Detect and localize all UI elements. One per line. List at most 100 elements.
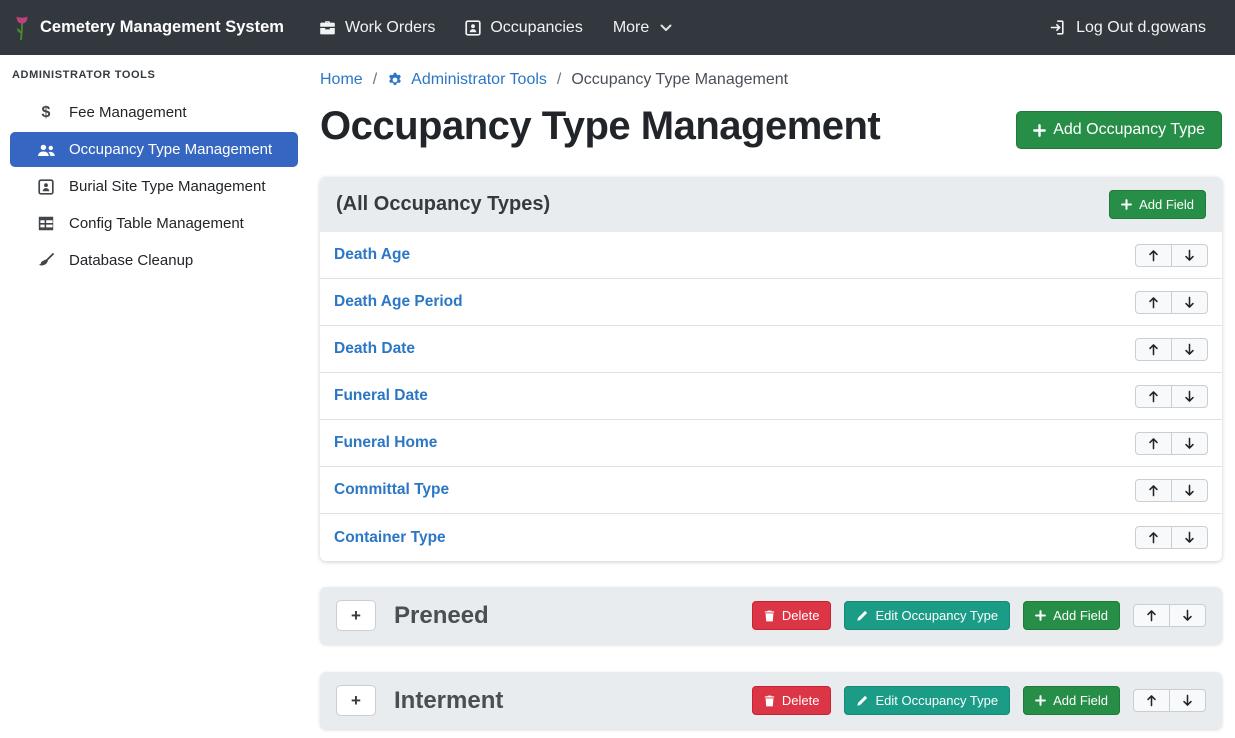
occupancy-plot-icon bbox=[465, 20, 481, 36]
move-up-button[interactable] bbox=[1135, 244, 1172, 267]
trash-icon bbox=[764, 610, 775, 622]
app-brand[interactable]: Cemetery Management System bbox=[14, 15, 284, 41]
field-link-funeral-home[interactable]: Funeral Home bbox=[334, 434, 437, 452]
field-row: Committal Type bbox=[320, 467, 1222, 514]
move-down-button[interactable] bbox=[1171, 385, 1208, 408]
sidebar-menu: $ Fee Management Occupancy Type Manageme… bbox=[0, 95, 310, 278]
reorder-buttons bbox=[1135, 291, 1208, 314]
all-occupancy-types-card: (All Occupancy Types) Add Field Death Ag… bbox=[320, 177, 1222, 561]
add-field-label: Add Field bbox=[1139, 197, 1194, 212]
sidebar-item-label: Occupancy Type Management bbox=[69, 141, 272, 158]
delete-button[interactable]: Delete bbox=[752, 601, 832, 630]
field-link-death-age[interactable]: Death Age bbox=[334, 246, 410, 264]
field-link-funeral-date[interactable]: Funeral Date bbox=[334, 387, 428, 405]
delete-button[interactable]: Delete bbox=[752, 686, 832, 715]
move-up-button[interactable] bbox=[1135, 526, 1172, 549]
add-field-button[interactable]: Add Field bbox=[1109, 190, 1206, 219]
sidebar-item-burial-site-type-management[interactable]: Burial Site Type Management bbox=[10, 169, 298, 204]
plus-icon bbox=[1033, 124, 1046, 137]
expand-button[interactable]: + bbox=[336, 600, 376, 631]
arrow-down-icon bbox=[1184, 343, 1195, 356]
plus-icon bbox=[1035, 695, 1046, 706]
nav-occupancies-label: Occupancies bbox=[490, 19, 583, 37]
table-icon bbox=[36, 216, 56, 231]
reorder-buttons bbox=[1133, 689, 1206, 712]
move-down-button[interactable] bbox=[1171, 291, 1208, 314]
field-link-container-type[interactable]: Container Type bbox=[334, 529, 446, 547]
move-down-button[interactable] bbox=[1171, 479, 1208, 502]
arrow-down-icon bbox=[1184, 296, 1195, 309]
arrow-down-icon bbox=[1184, 390, 1195, 403]
users-icon bbox=[36, 143, 56, 157]
arrow-down-icon bbox=[1184, 531, 1195, 544]
all-occupancy-types-header: (All Occupancy Types) Add Field bbox=[320, 177, 1222, 232]
breadcrumb-separator: / bbox=[557, 71, 561, 89]
sidebar-item-label: Fee Management bbox=[69, 104, 187, 121]
field-row: Death Date bbox=[320, 326, 1222, 373]
arrow-up-icon bbox=[1146, 694, 1157, 707]
field-link-death-age-period[interactable]: Death Age Period bbox=[334, 293, 463, 311]
move-up-button[interactable] bbox=[1135, 338, 1172, 361]
sidebar-item-fee-management[interactable]: $ Fee Management bbox=[10, 95, 298, 130]
move-up-button[interactable] bbox=[1133, 689, 1170, 712]
move-up-button[interactable] bbox=[1135, 479, 1172, 502]
arrow-down-icon bbox=[1184, 249, 1195, 262]
page-header: Occupancy Type Management Add Occupancy … bbox=[320, 103, 1222, 149]
gear-icon bbox=[387, 72, 403, 88]
broom-icon bbox=[36, 253, 56, 269]
field-row: Death Age Period bbox=[320, 279, 1222, 326]
arrow-down-icon bbox=[1184, 484, 1195, 497]
plus-icon bbox=[1035, 610, 1046, 621]
sidebar-item-config-table-management[interactable]: Config Table Management bbox=[10, 206, 298, 241]
arrow-up-icon bbox=[1148, 296, 1159, 309]
field-link-death-date[interactable]: Death Date bbox=[334, 340, 415, 358]
field-row: Container Type bbox=[320, 514, 1222, 561]
arrow-up-icon bbox=[1148, 390, 1159, 403]
breadcrumb-current: Occupancy Type Management bbox=[571, 71, 788, 89]
expand-button[interactable]: + bbox=[336, 685, 376, 716]
field-link-committal-type[interactable]: Committal Type bbox=[334, 481, 449, 499]
move-down-button[interactable] bbox=[1169, 689, 1206, 712]
arrow-down-icon bbox=[1182, 694, 1193, 707]
sidebar: ADMINISTRATOR TOOLS $ Fee Management Occ… bbox=[0, 55, 310, 738]
nav-work-orders[interactable]: Work Orders bbox=[304, 11, 450, 45]
add-occupancy-type-button[interactable]: Add Occupancy Type bbox=[1016, 111, 1222, 149]
add-field-button[interactable]: Add Field bbox=[1023, 686, 1120, 715]
move-up-button[interactable] bbox=[1135, 385, 1172, 408]
move-up-button[interactable] bbox=[1135, 291, 1172, 314]
edit-occupancy-type-label: Edit Occupancy Type bbox=[875, 608, 998, 623]
field-row: Funeral Date bbox=[320, 373, 1222, 420]
breadcrumb: Home / Administrator Tools / Occupancy T… bbox=[320, 71, 1222, 89]
sidebar-item-database-cleanup[interactable]: Database Cleanup bbox=[10, 243, 298, 278]
move-down-button[interactable] bbox=[1171, 526, 1208, 549]
logout-icon bbox=[1050, 20, 1067, 35]
section-actions: Delete Edit Occupancy Type Add Field bbox=[752, 601, 1206, 630]
sidebar-item-label: Config Table Management bbox=[69, 215, 244, 232]
move-up-button[interactable] bbox=[1135, 432, 1172, 455]
nav-occupancies[interactable]: Occupancies bbox=[450, 11, 598, 45]
arrow-down-icon bbox=[1184, 437, 1195, 450]
nav-more[interactable]: More bbox=[598, 11, 687, 45]
add-occupancy-type-label: Add Occupancy Type bbox=[1053, 121, 1205, 139]
move-down-button[interactable] bbox=[1169, 604, 1206, 627]
move-down-button[interactable] bbox=[1171, 338, 1208, 361]
move-up-button[interactable] bbox=[1133, 604, 1170, 627]
add-field-label: Add Field bbox=[1053, 608, 1108, 623]
reorder-buttons bbox=[1135, 479, 1208, 502]
section-title: Interment bbox=[394, 687, 752, 715]
burial-plot-icon bbox=[36, 179, 56, 195]
top-navbar: Cemetery Management System Work Orders O… bbox=[0, 0, 1235, 55]
move-down-button[interactable] bbox=[1171, 432, 1208, 455]
logout-link[interactable]: Log Out d.gowans bbox=[1035, 11, 1221, 45]
breadcrumb-home-link[interactable]: Home bbox=[320, 71, 363, 89]
breadcrumb-admin-tools-link[interactable]: Administrator Tools bbox=[387, 71, 547, 89]
edit-occupancy-type-button[interactable]: Edit Occupancy Type bbox=[844, 686, 1010, 715]
arrow-up-icon bbox=[1148, 249, 1159, 262]
section-title: Preneed bbox=[394, 602, 752, 630]
breadcrumb-separator: / bbox=[373, 71, 377, 89]
add-field-button[interactable]: Add Field bbox=[1023, 601, 1120, 630]
sidebar-item-occupancy-type-management[interactable]: Occupancy Type Management bbox=[10, 132, 298, 167]
flower-logo-icon bbox=[14, 15, 30, 41]
edit-occupancy-type-button[interactable]: Edit Occupancy Type bbox=[844, 601, 1010, 630]
move-down-button[interactable] bbox=[1171, 244, 1208, 267]
